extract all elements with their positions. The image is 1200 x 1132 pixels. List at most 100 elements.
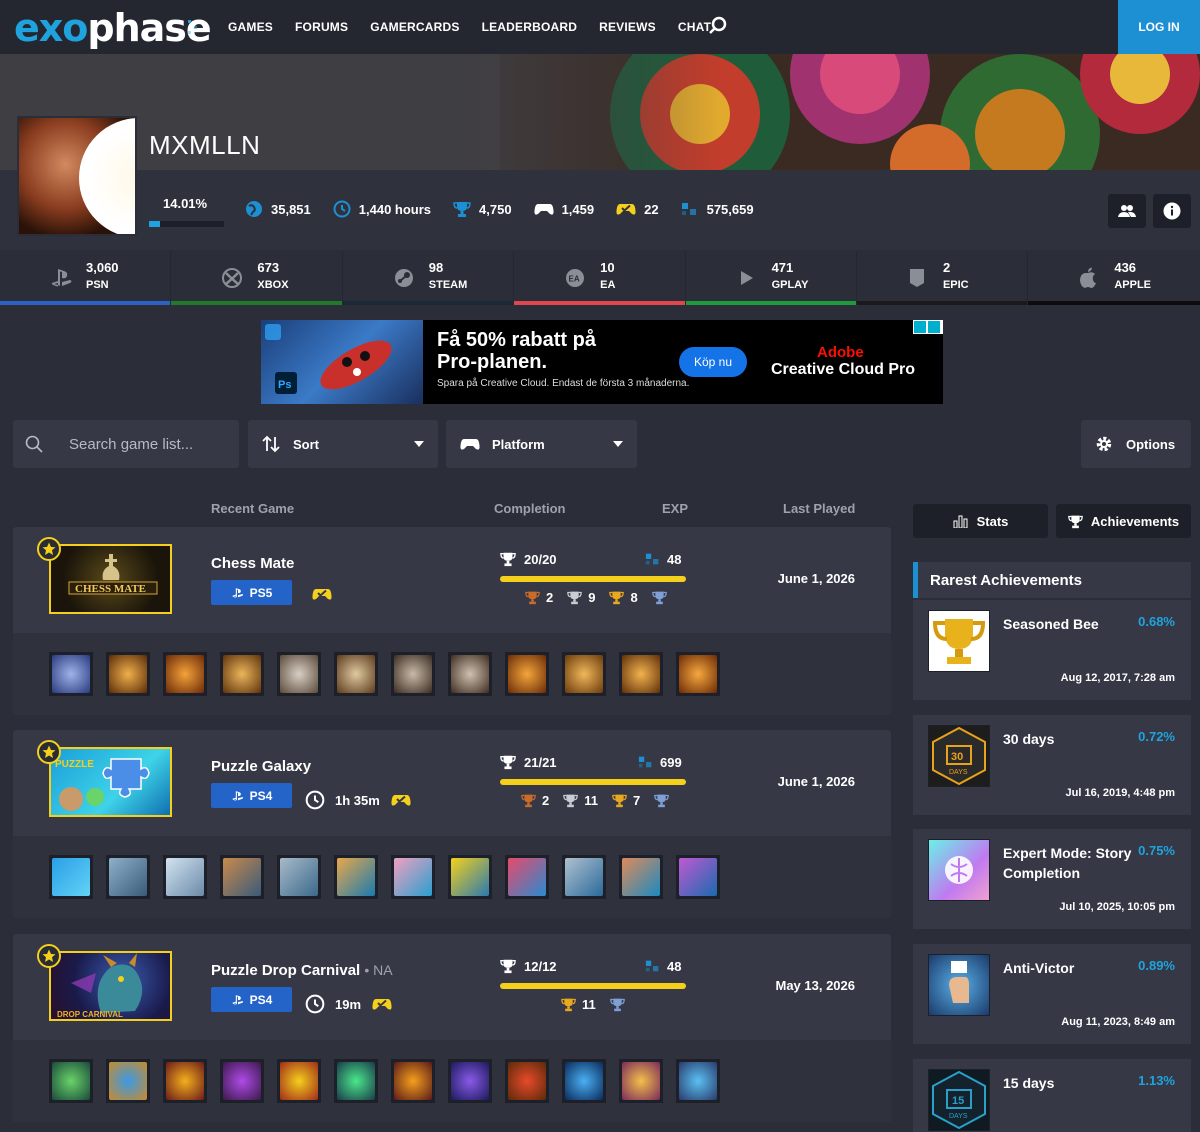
tab-steam[interactable]: 98 STEAM: [342, 251, 515, 305]
achievement-icon[interactable]: [334, 1059, 378, 1103]
game-thumbnail[interactable]: DROP CARNIVAL: [49, 951, 172, 1021]
stats-button[interactable]: Stats: [913, 504, 1048, 538]
info-button[interactable]: [1153, 194, 1191, 228]
game-thumbnail[interactable]: CHESS MATE: [49, 544, 172, 614]
profile-stats: 35,851 1,440 hours 4,750 1,459 22 575,65…: [245, 200, 776, 218]
rare-achievement[interactable]: 15 DAYS 15 days 1.13%: [913, 1059, 1191, 1132]
perfect-controller-icon: [372, 999, 392, 1010]
playtime: 19m: [305, 994, 393, 1014]
rare-achievement[interactable]: Anti-Victor 0.89% Aug 11, 2023, 8:49 am: [913, 944, 1191, 1044]
tab-apple[interactable]: 436 APPLE: [1028, 251, 1200, 305]
achievement-icon[interactable]: [505, 855, 549, 899]
friends-button[interactable]: [1108, 194, 1146, 228]
achievement-icons: [49, 1059, 720, 1103]
rare-achievement[interactable]: Seasoned Bee 0.68% Aug 12, 2017, 7:28 am: [913, 600, 1191, 700]
logo-dots-icon: [188, 20, 197, 34]
platinum-trophy-icon: [609, 998, 625, 1012]
tab-epic[interactable]: 2 EPIC: [856, 251, 1029, 305]
achievement-icon[interactable]: [562, 1059, 606, 1103]
rare-achievement[interactable]: 30 DAYS 30 days 0.72% Jul 16, 2019, 4:48 …: [913, 715, 1191, 815]
nav-reviews[interactable]: REVIEWS: [599, 20, 656, 34]
achievement-icon[interactable]: [505, 652, 549, 696]
header-last-played[interactable]: Last Played: [783, 501, 855, 516]
achievement-icon[interactable]: [391, 855, 435, 899]
game-title[interactable]: Puzzle Galaxy: [211, 758, 311, 775]
achievement-icon[interactable]: [619, 652, 663, 696]
header-exp[interactable]: EXP: [662, 501, 688, 516]
tab-psn[interactable]: 3,060 PSN: [0, 251, 172, 305]
achievement-icon[interactable]: [277, 1059, 321, 1103]
search-box[interactable]: Search game list...: [13, 420, 239, 468]
achievement-icon[interactable]: [676, 855, 720, 899]
achievement-icons: [49, 652, 720, 696]
nav-forums[interactable]: FORUMS: [295, 20, 348, 34]
completion-bar: [500, 983, 686, 989]
nav-leaderboard[interactable]: LEADERBOARD: [482, 20, 578, 34]
tab-xbox[interactable]: 673 XBOX: [171, 251, 343, 305]
achievement-icon[interactable]: [163, 652, 207, 696]
game-title[interactable]: Puzzle Drop Carnival • NA: [211, 962, 393, 979]
achievement-icon[interactable]: [106, 652, 150, 696]
achievement-icon[interactable]: [220, 1059, 264, 1103]
ad-choices-icon[interactable]: [913, 320, 943, 334]
achievement-icon[interactable]: [448, 652, 492, 696]
game-card-puzzle-galaxy[interactable]: PUZZLE Puzzle Galaxy PS4 1h 35m 21/21 69…: [13, 730, 891, 918]
platinum-trophy-icon: [651, 591, 667, 605]
game-card-chess-mate[interactable]: CHESS MATE Chess Mate PS5 20/20 48 2 9 8…: [13, 527, 891, 715]
achievement-icon[interactable]: [106, 1059, 150, 1103]
achievement-icon[interactable]: [448, 855, 492, 899]
achievement-icon[interactable]: [220, 855, 264, 899]
achievement-icon[interactable]: [448, 1059, 492, 1103]
tab-ea[interactable]: EA 10 EA: [514, 251, 686, 305]
achievement-icon[interactable]: [277, 652, 321, 696]
achievement-icon[interactable]: [391, 652, 435, 696]
achievement-icon[interactable]: [676, 652, 720, 696]
achievement-icon[interactable]: [277, 855, 321, 899]
ad-image: Ps: [261, 320, 423, 404]
achievement-icon[interactable]: [562, 855, 606, 899]
last-played: June 1, 2026: [777, 774, 855, 789]
nav-gamercards[interactable]: GAMERCARDS: [370, 20, 459, 34]
achievement-icon[interactable]: [106, 855, 150, 899]
header-completion[interactable]: Completion: [494, 501, 566, 516]
achievement-icon[interactable]: [334, 855, 378, 899]
achievement-icon[interactable]: [49, 652, 93, 696]
tab-gplay[interactable]: 471 GPLAY: [685, 251, 857, 305]
apple-icon: [1080, 267, 1097, 288]
rare-achievement[interactable]: Expert Mode: Story Completion 0.75% Jul …: [913, 829, 1191, 929]
achievement-icon[interactable]: [619, 855, 663, 899]
advertisement[interactable]: Ps Få 50% rabatt på Pro-planen. Spara på …: [261, 320, 943, 404]
game-title[interactable]: Chess Mate: [211, 555, 294, 572]
gear-icon: [1096, 436, 1112, 452]
perfect-controller-icon: [391, 795, 411, 806]
search-icon[interactable]: [707, 15, 729, 37]
achievement-icon[interactable]: [391, 1059, 435, 1103]
achievement-icon[interactable]: [163, 855, 207, 899]
achievement-icon[interactable]: [163, 1059, 207, 1103]
game-card-puzzle-drop-carnival[interactable]: DROP CARNIVAL Puzzle Drop Carnival • NA …: [13, 934, 891, 1122]
site-logo[interactable]: exophase: [14, 6, 212, 50]
search-input[interactable]: Search game list...: [69, 436, 193, 453]
achievement-icon[interactable]: [49, 855, 93, 899]
avatar[interactable]: [17, 116, 137, 236]
achievement-icon[interactable]: [505, 1059, 549, 1103]
stat-games: 1,459: [534, 201, 594, 217]
achievements-button[interactable]: Achievements: [1056, 504, 1191, 538]
nav-games[interactable]: GAMES: [228, 20, 273, 34]
game-thumbnail[interactable]: PUZZLE: [49, 747, 172, 817]
svg-text:30: 30: [951, 751, 963, 763]
gold-trophy-icon: [609, 591, 625, 605]
achievement-icon[interactable]: [49, 1059, 93, 1103]
platform-dropdown[interactable]: Platform: [446, 420, 637, 468]
options-button[interactable]: Options: [1081, 420, 1191, 468]
achievement-icon[interactable]: [562, 652, 606, 696]
achievement-icon[interactable]: [676, 1059, 720, 1103]
ad-buy-button[interactable]: Köp nu: [679, 347, 747, 377]
login-button[interactable]: LOG IN: [1118, 0, 1200, 54]
achievement-icon[interactable]: [334, 652, 378, 696]
header-recent-game[interactable]: Recent Game: [211, 501, 294, 516]
username: MXMLLN: [149, 130, 261, 160]
achievement-icon[interactable]: [220, 652, 264, 696]
achievement-icon[interactable]: [619, 1059, 663, 1103]
sort-dropdown[interactable]: Sort: [248, 420, 438, 468]
